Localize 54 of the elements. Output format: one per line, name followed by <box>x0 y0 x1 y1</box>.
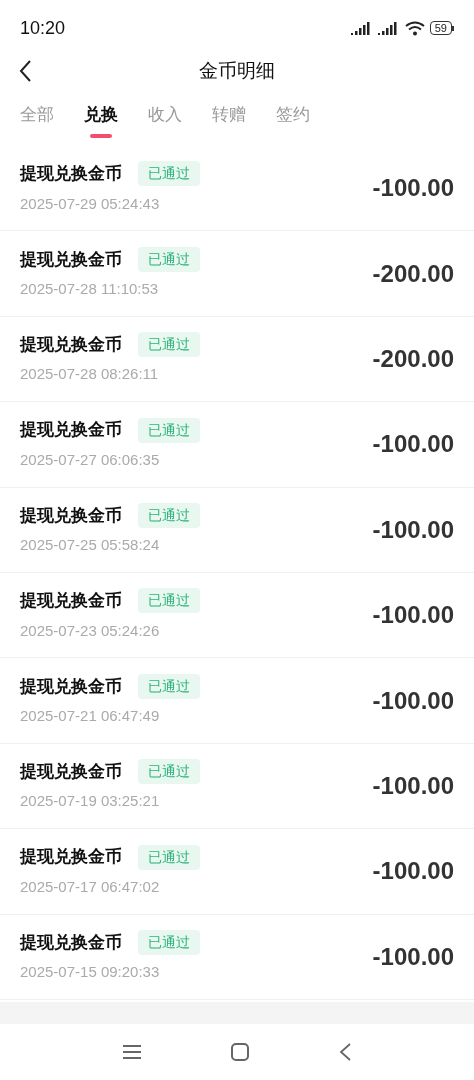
record-title: 提现兑换金币 <box>20 163 122 186</box>
status-tag: 已通过 <box>138 417 200 443</box>
status-tag: 已通过 <box>138 503 200 528</box>
status-tag: 已通过 <box>138 332 200 358</box>
record-time: 2025-07-23 05:24:26 <box>20 620 161 641</box>
record-time: 2025-07-15 09:20:33 <box>20 962 161 983</box>
record-time: 2025-07-19 03:25:21 <box>20 791 161 812</box>
record-amount: -100.00 <box>372 941 454 972</box>
menu-icon[interactable] <box>123 1043 141 1060</box>
tab[interactable]: 签约 <box>276 102 310 138</box>
record-time: 2025-07-28 11:10:53 <box>20 279 160 300</box>
record-amount: -100.00 <box>372 600 454 631</box>
record-title: 提现兑换金币 <box>20 931 122 954</box>
record-title: 提现兑换金币 <box>20 333 122 356</box>
record-time: 2025-07-21 06:47:49 <box>20 706 161 727</box>
record-amount: -200.00 <box>372 343 454 374</box>
signal-icon <box>377 21 400 35</box>
tab[interactable]: 转赠 <box>212 102 246 138</box>
record-amount: -100.00 <box>372 685 454 716</box>
record-title: 提现兑换金币 <box>20 248 122 271</box>
tab[interactable]: 全部 <box>20 102 54 138</box>
record-time: 2025-07-29 05:24:43 <box>20 193 161 214</box>
record-title: 提现兑换金币 <box>20 760 122 783</box>
record-title: 提现兑换金币 <box>20 590 122 613</box>
signal-icon <box>350 21 373 35</box>
back-icon[interactable] <box>18 59 32 83</box>
wifi-icon <box>404 20 425 36</box>
record-amount: -100.00 <box>372 856 454 887</box>
status-tag: 已通过 <box>138 929 200 955</box>
status-tag: 已通过 <box>138 673 200 699</box>
record-time: 2025-07-28 08:26:11 <box>20 364 160 385</box>
status-tag: 已通过 <box>138 161 200 187</box>
status-tag: 已通过 <box>138 844 200 870</box>
record-time: 2025-07-27 06:06:35 <box>20 449 161 470</box>
record-time: 2025-07-25 05:58:24 <box>20 535 161 556</box>
status-time: 10:20 <box>20 16 66 40</box>
record-amount: -100.00 <box>372 514 454 545</box>
record-amount: -200.00 <box>372 258 454 289</box>
tab[interactable]: 兑换 <box>84 102 118 138</box>
status-tag: 已通过 <box>138 588 200 614</box>
status-tag: 已通过 <box>138 759 200 785</box>
status-tag: 已通过 <box>138 246 200 272</box>
battery-icon: 59 <box>429 21 454 35</box>
record-amount: -100.00 <box>372 173 454 204</box>
record-amount: -100.00 <box>372 770 454 801</box>
tab[interactable]: 收入 <box>148 102 182 138</box>
record-amount: -100.00 <box>372 429 454 460</box>
record-title: 提现兑换金币 <box>20 675 122 698</box>
record-title: 提现兑换金币 <box>20 504 122 527</box>
record-time: 2025-07-17 06:47:02 <box>20 876 161 897</box>
page-title: 金币明细 <box>199 58 275 83</box>
record-title: 提现兑换金币 <box>20 846 122 869</box>
record-title: 提现兑换金币 <box>20 419 122 442</box>
home-icon[interactable] <box>231 1042 249 1061</box>
